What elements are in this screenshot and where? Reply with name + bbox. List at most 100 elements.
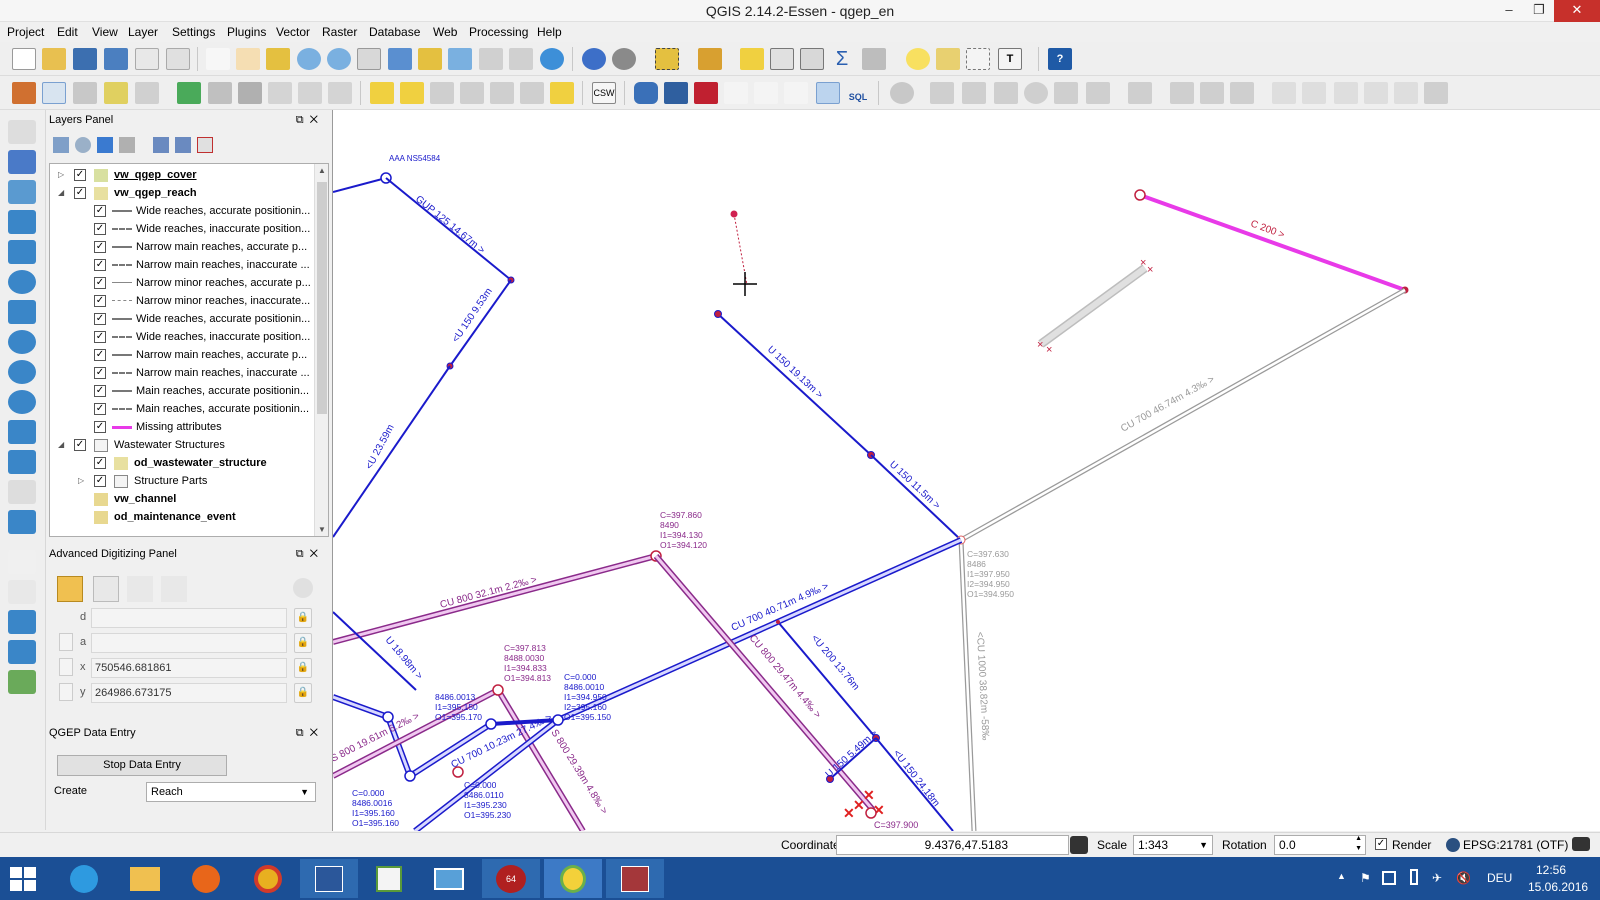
rotate-feature-icon[interactable] (1334, 82, 1358, 104)
topology-icon[interactable] (8, 640, 36, 664)
legend-item[interactable]: ✓ Main reaches, accurate positionin... (50, 400, 312, 418)
crosshair-icon[interactable] (8, 550, 36, 574)
relative-y-icon[interactable] (59, 683, 73, 701)
zoom-to-selection-icon[interactable] (418, 48, 442, 70)
speaker-muted-icon[interactable]: 🔇 (1456, 871, 1471, 885)
action-icon[interactable] (612, 48, 636, 70)
legend-item[interactable]: ✓ Narrow minor reaches, accurate p... (50, 274, 312, 292)
reach-blue-double-left[interactable] (333, 694, 390, 720)
menu-project[interactable]: Project (7, 25, 44, 39)
legend-item[interactable]: ✓ Wide reaches, inaccurate position... (50, 328, 312, 346)
add-db2-icon[interactable] (8, 300, 36, 324)
stop-data-entry-button[interactable]: Stop Data Entry (57, 755, 227, 776)
airplane-icon[interactable]: ✈ (1432, 871, 1442, 885)
legend-checkbox[interactable]: ✓ (94, 313, 106, 325)
layer-row-reach[interactable]: ◢ ✓ vw_qgep_reach (50, 184, 312, 202)
panel-float-close-buttons[interactable]: ⧉✕ (296, 111, 324, 129)
node-marker[interactable] (865, 807, 877, 819)
maximize-button[interactable]: ❐ (1524, 0, 1554, 22)
delete-ring-icon[interactable] (994, 82, 1018, 104)
qgis-taskbar-icon[interactable] (544, 859, 602, 898)
legend-item[interactable]: ✓ Wide reaches, accurate positionin... (50, 202, 312, 220)
new-spatialite-layer-icon[interactable] (8, 510, 36, 534)
x-field[interactable]: 750546.681861 (91, 658, 287, 678)
delete-part-icon[interactable] (1024, 82, 1048, 104)
menu-web[interactable]: Web (433, 25, 457, 39)
menu-help[interactable]: Help (537, 25, 562, 39)
zoom-full-icon[interactable] (388, 48, 412, 70)
zoom-native-icon[interactable] (357, 48, 381, 70)
add-vector-layer-icon[interactable] (8, 120, 36, 144)
layer-row-cover[interactable]: ▷ ✓ vw_qgep_cover (50, 166, 312, 184)
node-marker[interactable] (492, 684, 504, 696)
add-delimited-text-icon[interactable] (8, 420, 36, 444)
layer-checkbox[interactable]: ✓ (94, 457, 106, 469)
create-type-select[interactable]: Reach ▼ (146, 782, 316, 802)
show-bookmarks-icon[interactable] (966, 48, 990, 70)
add-postgis-layer-icon[interactable] (8, 180, 36, 204)
flag-icon[interactable]: ⚑ (1360, 871, 1371, 885)
qgep-profile-icon[interactable] (724, 82, 748, 104)
legend-item[interactable]: ✓ Narrow minor reaches, inaccurate... (50, 292, 312, 310)
error-markers-cluster[interactable]: ✕ ✕ ✕ ✕ (843, 787, 885, 821)
help-icon[interactable]: ? (1048, 48, 1072, 70)
save-edits-icon[interactable] (73, 82, 97, 104)
chrome-taskbar-icon[interactable] (238, 859, 296, 898)
parallel-icon[interactable] (161, 576, 187, 602)
add-feature-icon[interactable] (104, 82, 128, 104)
add-oracle-icon[interactable] (8, 270, 36, 294)
zoom-in-icon[interactable] (297, 48, 321, 70)
touch-zoom-icon[interactable] (206, 48, 230, 70)
current-edits-icon[interactable] (12, 82, 36, 104)
layer-labeling-icon[interactable] (370, 82, 394, 104)
collapse-arrow-icon[interactable]: ◢ (58, 184, 68, 202)
csw-icon[interactable]: CSW (592, 82, 616, 104)
settings-gear-icon[interactable] (293, 578, 313, 598)
sql-icon[interactable]: SQL (846, 82, 870, 104)
legend-checkbox[interactable]: ✓ (94, 259, 106, 271)
toggle-editing-icon[interactable] (42, 82, 66, 104)
layer-diagram-icon[interactable] (400, 82, 424, 104)
merge-selected-icon[interactable] (1200, 82, 1224, 104)
statistics-sum-icon[interactable]: Σ (830, 48, 854, 70)
construction-mode-icon[interactable] (93, 576, 119, 602)
legend-checkbox[interactable]: ✓ (94, 367, 106, 379)
save-as-icon[interactable] (104, 48, 128, 70)
relative-angle-icon[interactable] (59, 633, 73, 651)
measure-icon[interactable] (862, 48, 886, 70)
python-console-icon[interactable] (634, 82, 658, 104)
select-by-expression-icon[interactable] (698, 48, 722, 70)
legend-checkbox[interactable]: ✓ (94, 403, 106, 415)
angle-field[interactable] (91, 633, 287, 653)
qgep-data-entry-icon[interactable] (816, 82, 840, 104)
composer-manager-icon[interactable] (166, 48, 190, 70)
add-wfs-icon[interactable] (8, 390, 36, 414)
lock-icon[interactable]: 🔒 (294, 658, 312, 678)
legend-checkbox[interactable]: ✓ (94, 295, 106, 307)
lock-icon[interactable]: 🔒 (294, 633, 312, 653)
node-marker[interactable] (1134, 189, 1146, 201)
node-marker[interactable] (552, 714, 564, 726)
access-taskbar-icon[interactable] (606, 859, 664, 898)
add-ring-icon[interactable] (890, 82, 914, 104)
legend-item[interactable]: ✓ Wide reaches, accurate positionin... (50, 310, 312, 328)
move-label-icon[interactable] (490, 82, 514, 104)
filter-icon[interactable] (97, 137, 113, 153)
grass-icon[interactable] (8, 610, 36, 634)
lock-icon[interactable]: 🔒 (294, 683, 312, 703)
group-checkbox[interactable]: ✓ (74, 439, 86, 451)
windows-start-icon[interactable] (10, 867, 36, 891)
legend-checkbox[interactable]: ✓ (94, 421, 106, 433)
add-raster-layer-icon[interactable] (8, 150, 36, 174)
merge-attributes-icon[interactable] (1230, 82, 1254, 104)
menu-plugins[interactable]: Plugins (227, 25, 266, 39)
remove-layer-icon[interactable] (197, 137, 213, 153)
zoom-to-layer-icon[interactable] (448, 48, 472, 70)
legend-item-missing-attributes[interactable]: ✓ Missing attributes (50, 418, 312, 436)
reach-u150-1913[interactable] (714, 310, 875, 459)
legend-checkbox[interactable]: ✓ (94, 385, 106, 397)
pan-to-selection-icon[interactable] (266, 48, 290, 70)
cut-features-icon[interactable] (268, 82, 292, 104)
reshape-icon[interactable] (1054, 82, 1078, 104)
distance-field[interactable] (91, 608, 287, 628)
